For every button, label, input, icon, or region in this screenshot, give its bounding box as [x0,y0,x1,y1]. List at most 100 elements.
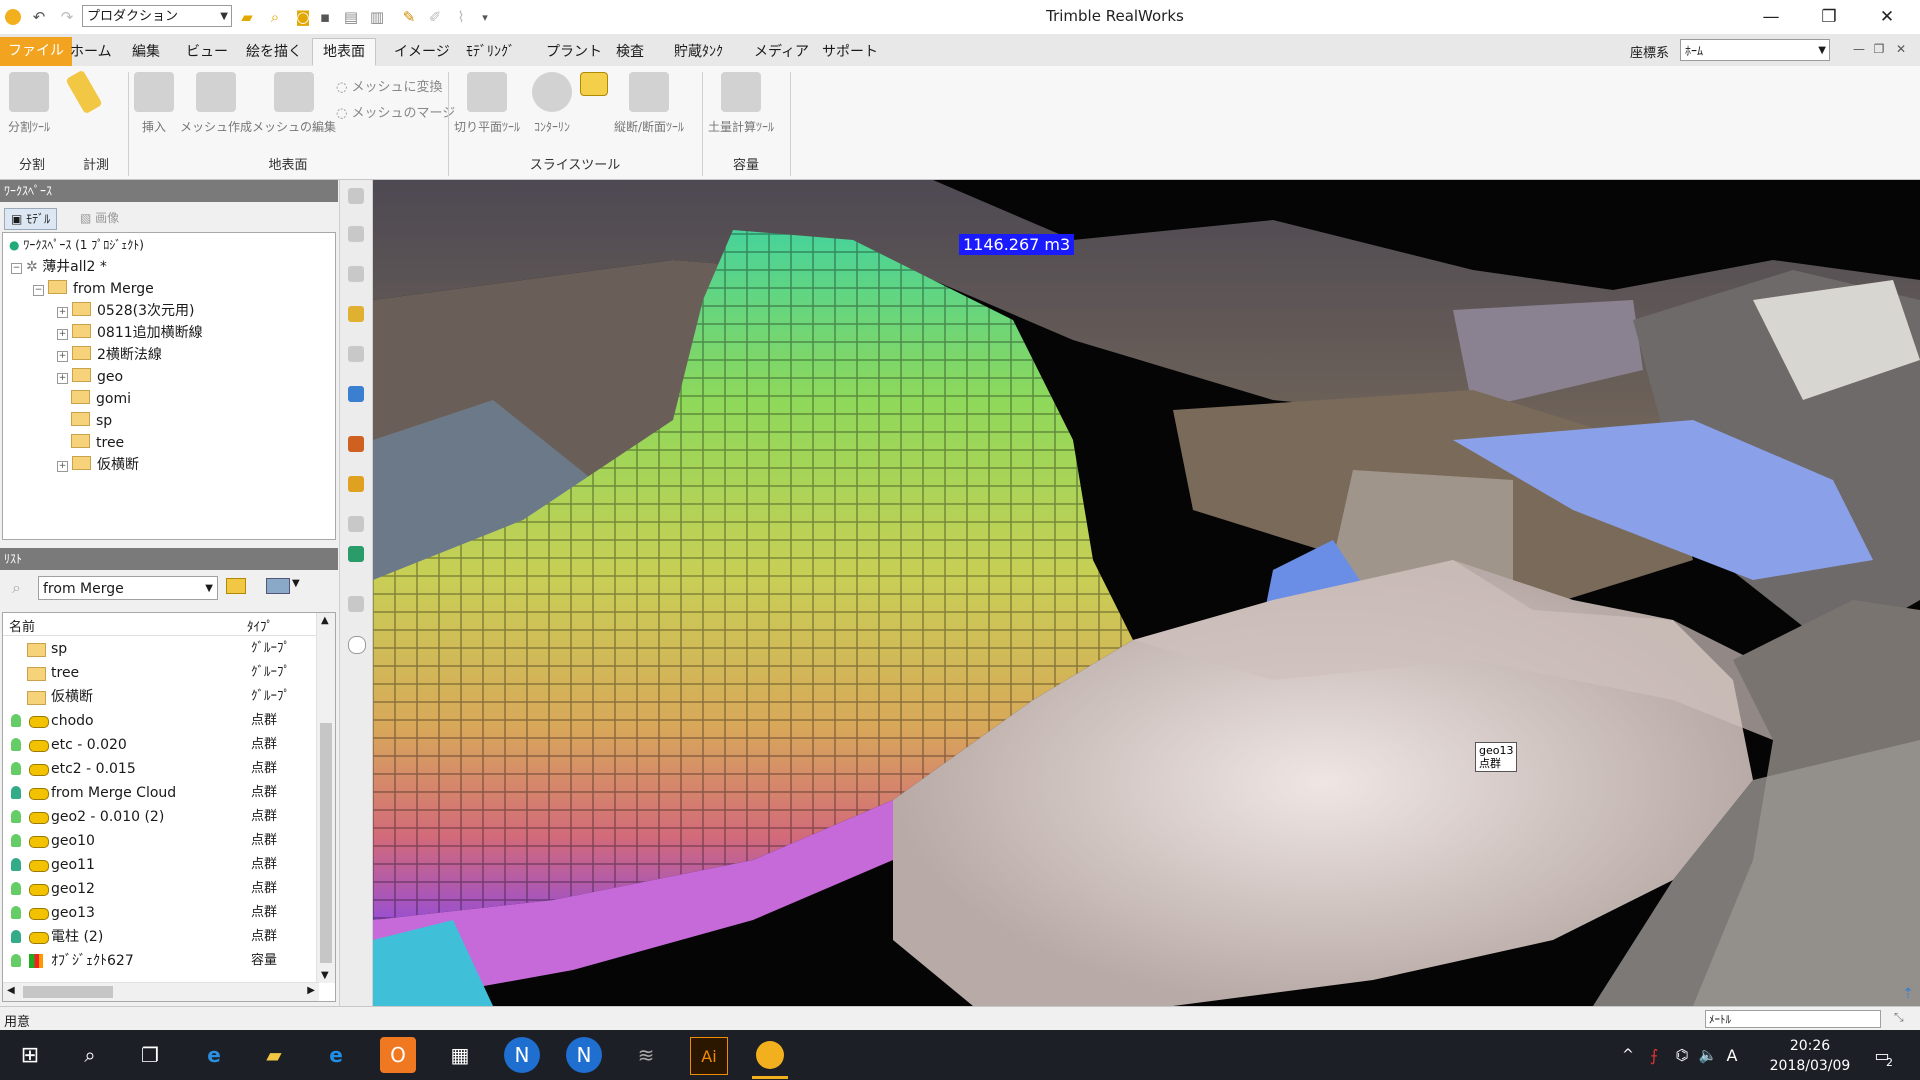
camera-position-icon[interactable] [348,436,364,452]
list-item[interactable]: geo10 点群 [3,829,319,853]
render-icon[interactable] [348,596,364,612]
scrollbar-thumb[interactable] [23,986,113,998]
column-type-header[interactable]: ﾀｲﾌﾟ [247,616,273,635]
list-item[interactable]: etc2 - 0.015 点群 [3,757,319,781]
save-icon[interactable]: ▪ [314,6,336,28]
list-item[interactable]: 仮横断 ｸﾞﾙｰﾌﾟ [3,685,319,709]
list-horizontal-scrollbar[interactable]: ◀ ▶ [3,982,319,1001]
project-select[interactable]: プロダクション ▼ [82,5,232,27]
tree-item[interactable]: tree [71,433,124,453]
tab-media[interactable]: メディア [744,39,819,65]
fit-icon[interactable] [348,346,364,362]
redo-icon[interactable]: ↷ [56,6,78,28]
3d-viewport[interactable]: 1146.267 m3 geo13 点群 ⇡ [373,180,1920,1006]
tab-surface[interactable]: 地表面 [312,38,376,66]
visibility-bulb-icon[interactable] [11,834,21,847]
list-item[interactable]: geo11 点群 [3,853,319,877]
ribbon-restore-icon[interactable]: ❐ [1868,38,1890,60]
earthwork-tool-button[interactable]: 土量計算ﾂｰﾙ [708,72,774,135]
windows-start-icon[interactable]: ⊞ [12,1037,48,1073]
minimize-button[interactable]: — [1742,0,1800,34]
document-icon[interactable]: ▤ [340,6,362,28]
open-folder-icon[interactable]: ▰ [236,6,258,28]
navis-n-icon[interactable]: N [504,1037,540,1073]
camera-icon[interactable]: ◙ [292,6,314,28]
ribbon-close-icon[interactable]: ✕ [1890,38,1912,60]
visibility-bulb-icon[interactable] [11,882,21,895]
task-view-icon[interactable]: ❐ [132,1037,168,1073]
internet-explorer-icon[interactable]: e [196,1037,232,1073]
mesh-merge-option[interactable]: ◌ メッシュのマージ [336,102,455,121]
mesh-create-button[interactable]: メッシュ作成 [180,72,252,135]
list-item[interactable]: geo2 - 0.010 (2) 点群 [3,805,319,829]
zoom-icon[interactable] [348,266,364,282]
app-menu-icon[interactable] [2,6,24,28]
list-item[interactable]: tree ｸﾞﾙｰﾌﾟ [3,661,319,685]
contour-button[interactable]: ｺﾝﾀｰﾘﾝ [532,72,572,135]
ribbon-minimize-icon[interactable]: — [1848,38,1870,60]
tab-support[interactable]: サポート [812,39,888,65]
tab-storage-tank[interactable]: 貯蔵ﾀﾝｸ [664,39,733,65]
tab-edit[interactable]: 編集 [122,39,170,65]
tree-item[interactable]: +2横断法線 [57,345,162,365]
tree-item[interactable]: + geo [57,367,123,387]
center-icon[interactable] [348,306,364,322]
section-tool-button[interactable]: 縦断/断面ﾂｰﾙ [614,72,684,135]
tree-item[interactable]: +0811追加横断線 [57,323,203,343]
list-item[interactable]: geo12 点群 [3,877,319,901]
file-explorer-icon[interactable]: ▰ [256,1037,292,1073]
list-vertical-scrollbar[interactable]: ▲ ▼ [316,613,335,983]
chevron-down-icon[interactable]: ▼ [321,970,329,981]
visibility-bulb-icon[interactable] [11,930,21,943]
copy-icon[interactable]: ▥ [366,6,388,28]
mesh-edit-button[interactable]: メッシュの編集 [252,72,336,135]
circle-select-icon[interactable] [348,636,366,654]
illustrator-icon[interactable]: Ai [690,1037,728,1075]
tab-model[interactable]: ▣ ﾓﾃﾞﾙ [4,208,58,230]
list-item[interactable]: ｵﾌﾞｼﾞｪｸﾄ627 容量 [3,949,319,973]
tree-item[interactable]: +0528(3次元用) [57,301,194,321]
tab-image[interactable]: ▧ 画像 [74,208,125,228]
list-item[interactable]: chodo 点群 [3,709,319,733]
visibility-bulb-icon[interactable] [11,954,21,967]
customize-icon[interactable]: ▾ [474,6,496,28]
warning-icon[interactable] [348,476,364,492]
tab-inspection[interactable]: 検査 [606,39,654,65]
list-item[interactable]: sp ｸﾞﾙｰﾌﾟ [3,637,319,661]
close-button[interactable]: ✕ [1858,0,1916,34]
brush-icon[interactable]: ⌇ [450,6,472,28]
ime-indicator[interactable]: A [1714,1037,1750,1073]
tab-view[interactable]: ビュー [176,39,238,65]
resize-grip-icon[interactable]: ⤡ [1894,1010,1904,1025]
list-item[interactable]: 電柱 (2) 点群 [3,925,319,949]
column-name-header[interactable]: 名前 [9,616,35,635]
cut-plane-button[interactable]: 切り平面ﾂｰﾙ [454,72,520,135]
tree-root[interactable]: ● ﾜｰｸｽﾍﾟｰｽ (1 ﾌﾟﾛｼﾞｪｸﾄ) [9,235,144,255]
search-icon[interactable]: ⌕ [264,6,286,28]
tab-modeling[interactable]: ﾓﾃﾞﾘﾝｸﾞ [456,39,525,65]
visibility-bulb-icon[interactable] [11,786,21,799]
visibility-bulb-icon[interactable] [11,762,21,775]
list-item[interactable]: geo13 点群 [3,901,319,925]
restore-button[interactable]: ❐ [1800,0,1858,34]
chevron-right-icon[interactable]: ▶ [307,985,315,996]
outlook-icon[interactable]: O [380,1037,416,1073]
visibility-bulb-icon[interactable] [11,906,21,919]
chevron-down-icon[interactable]: ▼ [292,578,300,589]
realworks-taskbar-icon[interactable] [752,1037,788,1073]
list-item[interactable]: from Merge Cloud 点群 [3,781,319,805]
visibility-bulb-icon[interactable] [11,858,21,871]
folder-up-icon[interactable] [226,578,246,594]
orbit-icon[interactable] [348,188,364,204]
tree-item[interactable]: sp [71,411,112,431]
unit-field[interactable]: ﾒｰﾄﾙ [1705,1010,1881,1028]
to-mesh-option[interactable]: ◌ メッシュに変換 [336,76,443,95]
store-icon[interactable]: ▦ [442,1037,478,1073]
cat-app-icon[interactable]: ≋ [628,1037,664,1073]
visibility-bulb-icon[interactable] [11,738,21,751]
split-tool-button[interactable]: 分割ﾂｰﾙ [8,72,50,135]
color-mode-icon[interactable] [348,546,364,562]
scrollbar-thumb[interactable] [320,723,332,963]
tree-project[interactable]: − ✲ 薄井all2 * [11,257,107,277]
view-mode-icon[interactable] [266,578,290,594]
